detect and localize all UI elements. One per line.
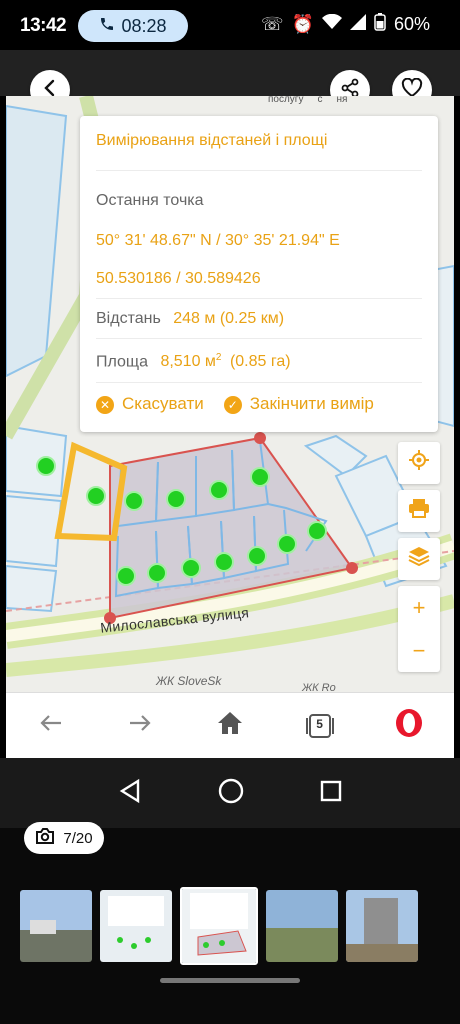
image-counter: 7/20 bbox=[24, 822, 104, 854]
divider bbox=[96, 298, 422, 299]
clock: 13:42 bbox=[20, 15, 67, 36]
zoom-in-button[interactable]: + bbox=[398, 586, 440, 629]
area-unit-sup: 2 bbox=[215, 352, 222, 363]
distance-row: Відстань 248 м (0.25 км) bbox=[96, 310, 422, 328]
opera-logo-icon bbox=[394, 708, 424, 743]
ongoing-call-pill[interactable]: 08:28 bbox=[78, 10, 188, 42]
layers-button[interactable] bbox=[398, 538, 440, 580]
close-icon: ✕ bbox=[96, 395, 114, 414]
complex-label-2: ЖК Ro bbox=[302, 682, 336, 692]
alarm-icon: ⏰ bbox=[291, 14, 314, 34]
browser-toolbar: 5 bbox=[6, 692, 454, 758]
arrow-right-icon bbox=[128, 713, 152, 738]
thumbnail[interactable] bbox=[266, 890, 338, 962]
layers-icon bbox=[408, 546, 430, 572]
link-service[interactable]: послугу bbox=[268, 96, 303, 105]
system-nav-bar bbox=[0, 758, 460, 828]
zoom-out-button[interactable]: − bbox=[398, 629, 440, 672]
measure-panel: Вимірювання відстаней і площі Остання то… bbox=[80, 116, 438, 432]
back-nav-button[interactable] bbox=[26, 701, 76, 751]
signal-icon bbox=[349, 14, 366, 35]
divider bbox=[96, 338, 422, 339]
thumbnail[interactable] bbox=[100, 890, 172, 962]
nav-recents-button[interactable] bbox=[319, 779, 343, 808]
cancel-button[interactable]: ✕ Скасувати bbox=[96, 394, 204, 414]
locate-button[interactable] bbox=[398, 442, 440, 484]
distance-label: Відстань bbox=[96, 310, 161, 327]
home-icon bbox=[217, 711, 243, 740]
area-row: Площа 8,510 м2 (0.85 га) bbox=[96, 352, 422, 371]
home-indicator bbox=[160, 978, 300, 983]
screen: 13:42 08:28 ☏ ⏰ 60% послугу с ня Милосла… bbox=[0, 0, 460, 1024]
thumbnail[interactable] bbox=[20, 890, 92, 962]
divider bbox=[96, 170, 422, 171]
coords-decimal: 50.530186 / 30.589426 bbox=[96, 270, 261, 287]
map-top-links: послугу с ня bbox=[268, 96, 347, 105]
map-canvas[interactable]: послугу с ня Милославська вулиця ЖК Slov… bbox=[6, 96, 454, 692]
crosshair-icon bbox=[408, 449, 430, 477]
thumbnail[interactable] bbox=[346, 890, 418, 962]
coords-dms: 50° 31' 48.67" N / 30° 35' 21.94" E bbox=[96, 232, 340, 249]
last-point-label: Остання точка bbox=[96, 192, 204, 209]
cancel-label: Скасувати bbox=[122, 394, 204, 413]
link-nia[interactable]: ня bbox=[336, 96, 347, 105]
area-value-ha: (0.85 га) bbox=[229, 353, 291, 371]
thumbnail-row bbox=[20, 887, 418, 965]
triangle-back-icon bbox=[119, 778, 140, 803]
forward-nav-button[interactable] bbox=[115, 701, 165, 751]
battery-percent: 60% bbox=[393, 14, 430, 34]
tabs-count: 5 bbox=[316, 716, 323, 731]
home-button[interactable] bbox=[205, 701, 255, 751]
complex-label-1: ЖК SloveSk bbox=[156, 674, 222, 688]
status-bar: 13:42 08:28 ☏ ⏰ 60% bbox=[0, 0, 460, 50]
print-button[interactable] bbox=[398, 490, 440, 532]
area-label: Площа bbox=[96, 353, 148, 371]
camera-icon bbox=[35, 827, 55, 849]
printer-icon bbox=[408, 498, 430, 524]
tabs-button[interactable]: 5 bbox=[295, 701, 345, 751]
zoom-control: + − bbox=[398, 586, 440, 672]
panel-title: Вимірювання відстаней і площі bbox=[96, 132, 328, 149]
finish-label: Закінчити вимір bbox=[249, 394, 374, 413]
distance-value: 248 м (0.25 км) bbox=[173, 310, 285, 327]
circle-home-icon bbox=[218, 778, 244, 803]
status-icons: ☏ ⏰ 60% bbox=[261, 13, 430, 36]
thumbnail-selected[interactable] bbox=[180, 887, 258, 965]
browser-viewport: послугу с ня Милославська вулиця ЖК Slov… bbox=[6, 96, 454, 692]
nav-back-button[interactable] bbox=[117, 778, 143, 809]
arrow-left-icon bbox=[39, 713, 63, 738]
wifi-calling-icon: ☏ bbox=[261, 14, 284, 34]
opera-menu-button[interactable] bbox=[384, 701, 434, 751]
counter-text: 7/20 bbox=[63, 829, 93, 847]
battery-icon bbox=[374, 13, 386, 36]
check-icon: ✓ bbox=[223, 395, 242, 414]
panel-actions: ✕ Скасувати ✓ Закінчити вимір bbox=[96, 394, 422, 414]
nav-home-button[interactable] bbox=[217, 777, 245, 810]
finish-button[interactable]: ✓ Закінчити вимір bbox=[223, 394, 374, 414]
area-value: 8,510 м bbox=[160, 353, 216, 371]
tabs-icon: 5 bbox=[304, 713, 336, 739]
divider bbox=[96, 382, 422, 383]
wifi-icon bbox=[321, 13, 342, 35]
link-s[interactable]: с bbox=[317, 96, 322, 105]
phone-icon bbox=[99, 16, 115, 37]
call-duration: 08:28 bbox=[121, 15, 167, 36]
square-recents-icon bbox=[320, 780, 342, 801]
